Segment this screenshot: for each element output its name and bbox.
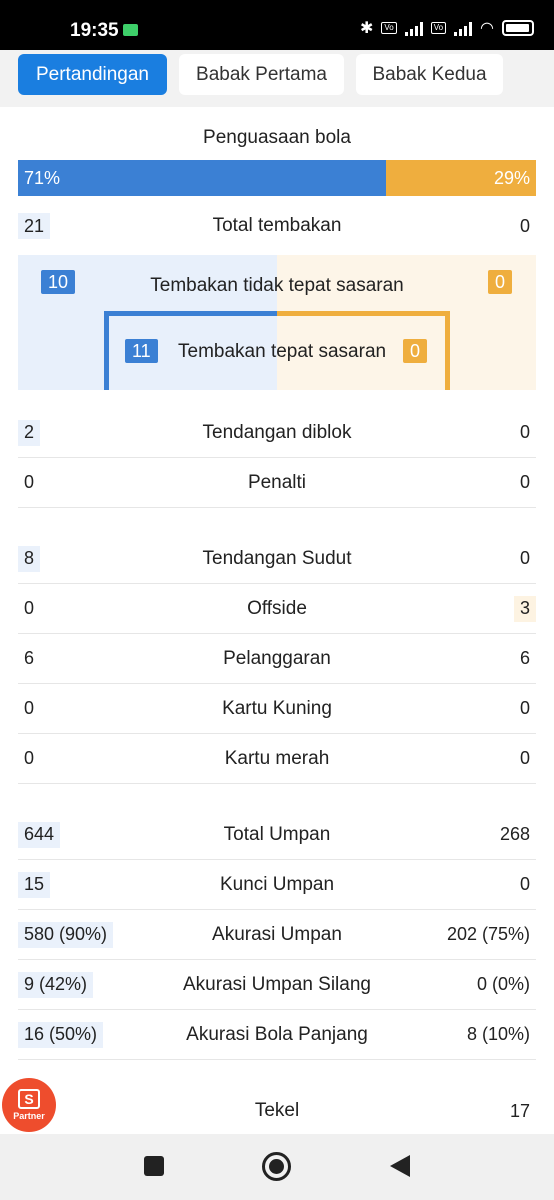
stat-away-value: 0 <box>519 472 530 492</box>
stat-label: Total Umpan <box>223 823 331 845</box>
stat-home-value: 644 <box>18 821 61 848</box>
stat-home-value: 0 <box>24 748 35 768</box>
stat-label: Akurasi Umpan Silang <box>183 973 371 995</box>
signal-icon <box>404 20 423 36</box>
stat-label: Offside <box>247 597 307 619</box>
stat-home-value: 21 <box>18 213 51 239</box>
stat-away-value: 0 <box>519 215 530 236</box>
stat-row-penalty: 0 Penalti 0 <box>18 458 536 508</box>
status-icons: ✱ Vo Vo ◠ <box>360 18 534 38</box>
tab-babak-kedua[interactable]: Babak Kedua <box>356 54 503 95</box>
stat-label: Penalti <box>247 471 307 493</box>
recents-button[interactable] <box>144 1156 164 1176</box>
system-nav-bar <box>0 1134 554 1200</box>
stat-row-red-cards: 0 Kartu merah 0 <box>18 734 536 784</box>
stat-row-long-ball-accuracy: 16 (50%) Akurasi Bola Panjang 8 (10%) <box>18 1010 536 1060</box>
stat-row-total-shots: 21 Total tembakan 0 <box>18 201 536 251</box>
shots-off-label: Tembakan tidak tepat sasaran <box>150 275 404 296</box>
possession-home: 71% <box>18 160 386 196</box>
stat-home-value: 0 <box>24 698 35 718</box>
signal-icon-2 <box>454 20 473 36</box>
battery-icon <box>502 20 534 36</box>
stat-label: Kartu Kuning <box>222 697 332 719</box>
possession-title: Penguasaan bola <box>203 127 351 148</box>
stat-away-value: 0 <box>519 874 530 894</box>
stat-away-value: 0 <box>519 698 530 718</box>
stat-home-value: 0 <box>24 472 35 492</box>
notification-icon <box>123 24 138 36</box>
wifi-icon: ◠ <box>480 20 494 37</box>
stat-row-total-passes: 644 Total Umpan 268 <box>18 810 536 860</box>
stat-row-offside: 0 Offside 3 <box>18 584 536 634</box>
status-bar: 19:35 ✱ Vo Vo ◠ <box>0 0 554 50</box>
possession-away: 29% <box>385 160 536 196</box>
status-time: 19:35 <box>70 20 119 41</box>
stat-away-value: 268 <box>499 824 530 844</box>
stat-home-value: 15 <box>18 871 51 898</box>
partner-label: Partner <box>13 1111 45 1121</box>
stat-row-cross-accuracy: 9 (42%) Akurasi Umpan Silang 0 (0%) <box>18 960 536 1010</box>
shots-on-home: 11 <box>125 339 158 363</box>
volte-icon-2: Vo <box>430 22 447 34</box>
stat-home-value: 8 <box>18 545 41 572</box>
stat-label: Tendangan diblok <box>202 421 352 443</box>
shots-on-away: 0 <box>403 339 428 363</box>
stat-away-value: 202 (75%) <box>446 924 530 944</box>
tab-babak-pertama[interactable]: Babak Pertama <box>179 54 344 95</box>
stat-row-key-passes: 15 Kunci Umpan 0 <box>18 860 536 910</box>
stat-home-value: 0 <box>24 598 35 618</box>
stat-away-value: 0 <box>519 422 530 442</box>
stat-row-corners: 8 Tendangan Sudut 0 <box>18 534 536 584</box>
bluetooth-icon: ✱ <box>359 20 374 37</box>
stat-away-value: 3 <box>513 595 536 622</box>
stat-row-yellow-cards: 0 Kartu Kuning 0 <box>18 684 536 734</box>
partner-button[interactable]: S Partner <box>2 1078 56 1132</box>
stat-home-value: 16 (50%) <box>18 1021 104 1048</box>
stat-away-value: 17 <box>509 1100 530 1121</box>
stats-content[interactable]: Penguasaan bola 71% 29% 21 Total tembaka… <box>0 107 554 1134</box>
stat-row-blocked: 2 Tendangan diblok 0 <box>18 408 536 458</box>
stat-home-value: 580 (90%) <box>18 921 114 948</box>
stat-label: Tendangan Sudut <box>202 547 352 569</box>
home-button[interactable] <box>262 1152 291 1181</box>
back-button[interactable] <box>390 1155 410 1177</box>
stat-away-value: 0 (0%) <box>476 974 530 994</box>
volte-icon: Vo <box>381 22 397 34</box>
shots-off-away: 0 <box>488 270 513 294</box>
stat-away-value: 0 <box>519 748 530 768</box>
stat-home-value: 6 <box>24 648 35 668</box>
shots-on-label: Tembakan tepat sasaran <box>178 341 387 362</box>
stat-away-value: 0 <box>519 548 530 568</box>
tab-bar: Pertandingan Babak Pertama Babak Kedua <box>0 50 554 107</box>
stat-row-tackles: Tekel 17 <box>18 1086 536 1134</box>
stat-row-pass-accuracy: 580 (90%) Akurasi Umpan 202 (75%) <box>18 910 536 960</box>
stat-label: Total tembakan <box>212 215 342 236</box>
tab-pertandingan[interactable]: Pertandingan <box>18 54 167 95</box>
stat-row-fouls: 6 Pelanggaran 6 <box>18 634 536 684</box>
stat-away-value: 6 <box>519 648 530 668</box>
possession-bar: 71% 29% <box>18 160 536 196</box>
stat-home-value: 2 <box>18 419 41 446</box>
shots-graphic: 10 Tembakan tidak tepat sasaran 0 11 Tem… <box>18 255 536 390</box>
stat-label: Kartu merah <box>224 747 330 769</box>
stat-home-value: 9 (42%) <box>18 971 94 998</box>
shop-bag-icon: S <box>18 1089 40 1109</box>
stat-away-value: 8 (10%) <box>466 1024 530 1044</box>
stat-label: Kunci Umpan <box>219 873 335 895</box>
stat-label: Pelanggaran <box>223 647 331 669</box>
stat-label: Tekel <box>254 1100 300 1121</box>
